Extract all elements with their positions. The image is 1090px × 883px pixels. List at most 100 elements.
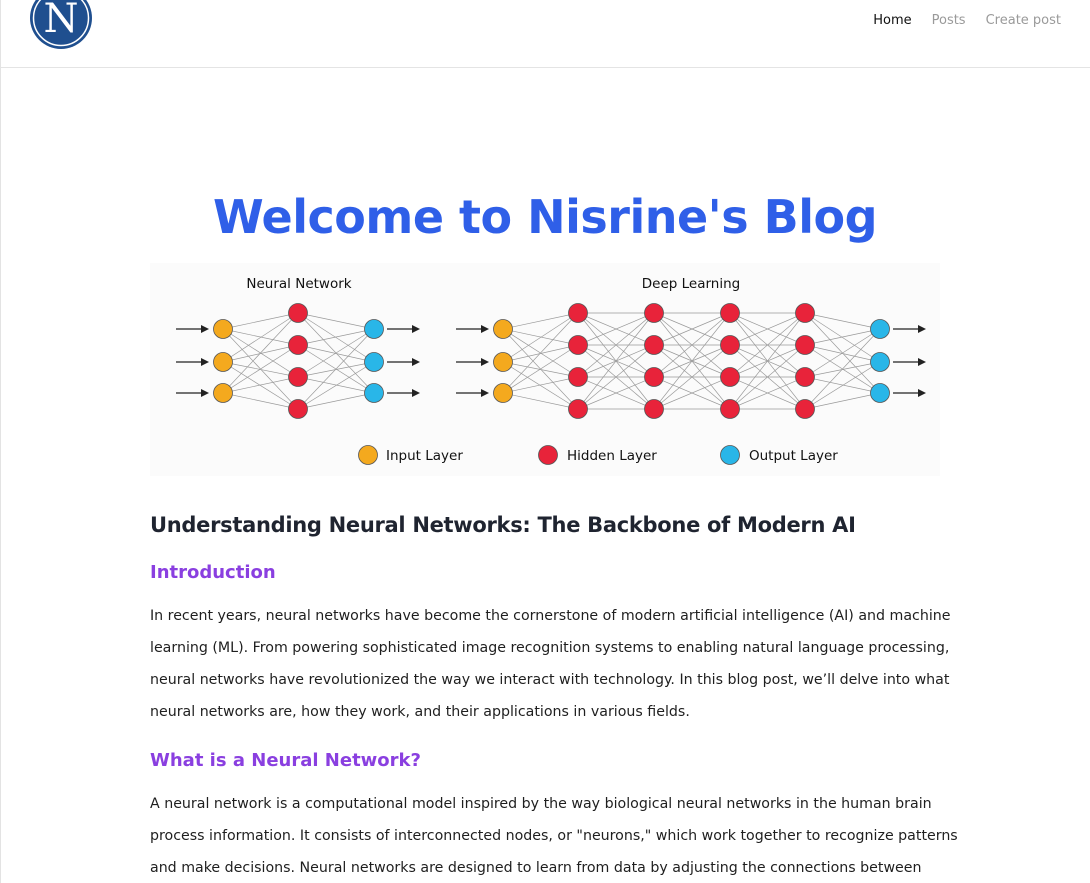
hidden-layer-legend-label: Hidden Layer [567, 448, 657, 464]
connection-line [297, 392, 375, 410]
what-is-neural-network-paragraph: A neural network is a computational mode… [150, 788, 960, 883]
hidden-node [644, 367, 664, 387]
hero-title: Welcome to Nisrine's Blog [212, 190, 878, 244]
output-node [870, 383, 890, 403]
flow-arrows [176, 325, 926, 397]
logo-letter: N [44, 0, 79, 42]
neural-network-label: Neural Network [246, 276, 351, 292]
output-node [870, 319, 890, 339]
page-left-border [0, 0, 1, 883]
hidden-layer-legend-swatch [538, 445, 558, 465]
input-node [493, 319, 513, 339]
connection-line [502, 392, 579, 410]
connection-line [297, 344, 375, 363]
site-logo[interactable]: N [29, 0, 93, 50]
intro-line: learning (ML). From powering sophisticat… [150, 640, 950, 656]
hidden-node [568, 399, 588, 419]
nav-posts-link[interactable]: Posts [922, 12, 976, 30]
connection-line [297, 312, 375, 330]
connection-line [297, 312, 375, 363]
output-node [364, 383, 384, 403]
navbar: N Home Posts Create post [0, 0, 1090, 68]
connection-line [804, 344, 881, 363]
hidden-node [644, 303, 664, 323]
hidden-node [288, 303, 308, 323]
input-layer-legend-label: Input Layer [386, 448, 463, 464]
neural-network-diagram: Neural Network Deep Learning Input Layer… [176, 276, 926, 465]
what-line: process information. It consists of inte… [150, 828, 958, 844]
input-node [493, 352, 513, 372]
connection-line [804, 312, 881, 330]
connection-line [222, 328, 299, 346]
input-node [493, 383, 513, 403]
output-node [870, 352, 890, 372]
hidden-node [644, 399, 664, 419]
hidden-node [644, 335, 664, 355]
hidden-node [795, 399, 815, 419]
connection-line [222, 312, 299, 394]
hidden-node [288, 399, 308, 419]
connection-line [804, 328, 881, 346]
connection-line [297, 328, 375, 346]
hidden-node [795, 335, 815, 355]
legend: Input Layer Hidden Layer Output Layer [358, 445, 838, 465]
post-title: Understanding Neural Networks: The Backb… [150, 513, 856, 537]
hidden-node [288, 335, 308, 355]
hidden-node [720, 367, 740, 387]
input-node [213, 319, 233, 339]
connection-line [502, 312, 579, 330]
what-line: A neural network is a computational mode… [150, 796, 932, 812]
connection-line [804, 376, 881, 394]
arrow-head [201, 389, 209, 397]
introduction-heading: Introduction [150, 562, 276, 583]
arrow-head [412, 389, 420, 397]
connection-line [502, 312, 579, 394]
hidden-node [288, 367, 308, 387]
output-layer-legend-swatch [720, 445, 740, 465]
introduction-paragraph: In recent years, neural networks have be… [150, 600, 960, 728]
connection-line [222, 312, 299, 363]
neural-network-illustration: Neural Network Deep Learning Input Layer… [150, 263, 940, 476]
connection-line [502, 328, 579, 346]
output-layer-legend-label: Output Layer [749, 448, 838, 464]
deep-learning-label: Deep Learning [642, 276, 740, 292]
intro-line: In recent years, neural networks have be… [150, 608, 951, 624]
input-layer-legend-swatch [358, 445, 378, 465]
hidden-node [568, 335, 588, 355]
arrow-head [918, 389, 926, 397]
connection-line [222, 312, 299, 330]
arrow-head [412, 358, 420, 366]
hidden-node [720, 335, 740, 355]
arrow-head [201, 325, 209, 333]
arrow-head [481, 325, 489, 333]
connection-line [502, 312, 579, 363]
hidden-node [720, 303, 740, 323]
arrow-head [201, 358, 209, 366]
hidden-node [720, 399, 740, 419]
hidden-node [568, 303, 588, 323]
arrow-head [918, 325, 926, 333]
input-node [213, 352, 233, 372]
blog-post: Understanding Neural Networks: The Backb… [150, 510, 960, 883]
connection-line [222, 376, 299, 394]
connection-line [222, 392, 299, 410]
nav-links: Home Posts Create post [863, 12, 1071, 30]
connection-lines [222, 312, 881, 410]
connection-line [502, 376, 579, 394]
output-node [364, 352, 384, 372]
hidden-node [795, 303, 815, 323]
intro-line: neural networks are, how they work, and … [150, 704, 690, 720]
connection-line [804, 312, 881, 363]
intro-line: neural networks have revolutionized the … [150, 672, 950, 688]
nav-home-link[interactable]: Home [863, 12, 921, 30]
arrow-head [481, 389, 489, 397]
output-node [364, 319, 384, 339]
nav-create-post-link[interactable]: Create post [976, 12, 1071, 30]
connection-line [297, 376, 375, 394]
input-node [213, 383, 233, 403]
hidden-node [795, 367, 815, 387]
what-line: and make decisions. Neural networks are … [150, 860, 922, 876]
connection-line [804, 392, 881, 410]
arrow-head [481, 358, 489, 366]
what-is-neural-network-heading: What is a Neural Network? [150, 750, 421, 771]
